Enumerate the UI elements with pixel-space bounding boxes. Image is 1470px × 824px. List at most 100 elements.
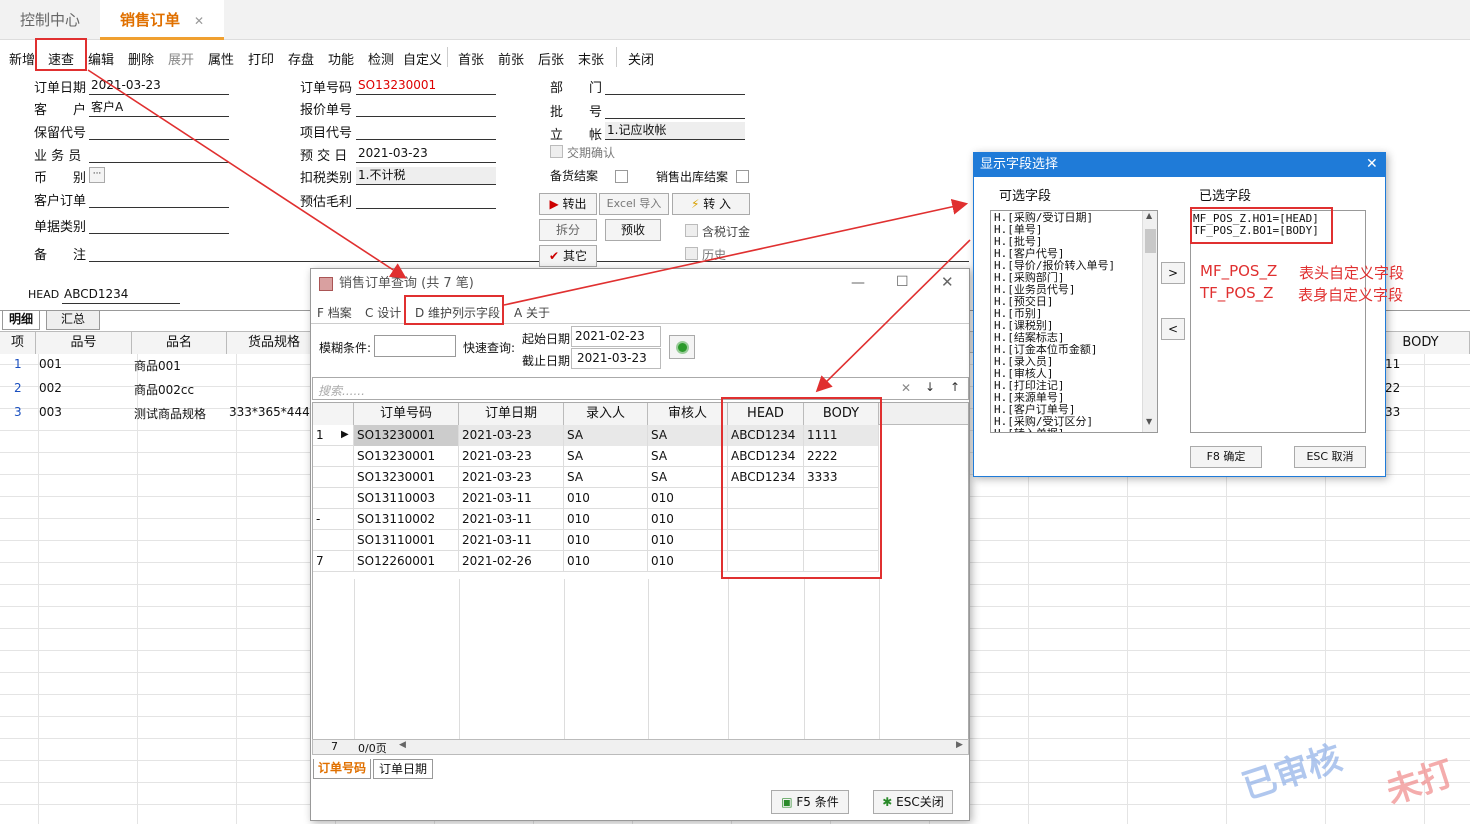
col-header-order-no[interactable]: 订单号码: [354, 403, 459, 425]
customer-field[interactable]: 客户A: [89, 99, 229, 117]
print-button[interactable]: 打印: [248, 49, 274, 68]
incl-tax-checkbox[interactable]: [685, 224, 698, 237]
refresh-button[interactable]: [669, 335, 695, 359]
scroll-down-icon[interactable]: ▼: [1146, 417, 1152, 426]
export-button[interactable]: ▶ 转出: [539, 193, 597, 215]
check-button[interactable]: 检测: [368, 49, 394, 68]
maximize-icon[interactable]: ☐: [896, 274, 909, 290]
next-button[interactable]: 后张: [538, 49, 564, 68]
scroll-thumb[interactable]: [1145, 229, 1156, 253]
close-icon[interactable]: ✕: [1366, 156, 1378, 172]
col-header-index[interactable]: 项: [0, 332, 36, 354]
clear-icon[interactable]: ✕: [901, 381, 911, 395]
est-margin-field[interactable]: [356, 191, 496, 209]
menu-file[interactable]: F 档案: [317, 304, 352, 321]
available-field-item[interactable]: H.[采购部门]: [994, 272, 1142, 284]
col-header-auditor[interactable]: 审核人: [648, 403, 728, 425]
available-field-item[interactable]: H.[结案标志]: [994, 332, 1142, 344]
stock-close-checkbox[interactable]: [615, 170, 628, 183]
close-icon[interactable]: ✕: [194, 14, 204, 28]
save-button[interactable]: 存盘: [288, 49, 314, 68]
customer-order-field[interactable]: [89, 190, 229, 208]
available-field-item[interactable]: H.[转入单据]: [994, 428, 1142, 432]
customize-button[interactable]: 自定义: [403, 49, 442, 68]
start-date-input[interactable]: 2021-02-23: [571, 326, 661, 347]
sort-tab-order-no[interactable]: 订单号码: [313, 759, 371, 779]
currency-picker-button[interactable]: ···: [89, 167, 105, 183]
first-button[interactable]: 首张: [458, 49, 484, 68]
col-header-name[interactable]: 品名: [132, 332, 227, 354]
col-header-code[interactable]: 品号: [36, 332, 132, 354]
order-no-field[interactable]: SO13230001: [356, 77, 496, 95]
delivery-date-field[interactable]: 2021-03-23: [356, 145, 496, 163]
tab-sales-order[interactable]: 销售订单 ✕: [100, 0, 225, 40]
edit-button[interactable]: 编辑: [88, 49, 114, 68]
available-field-item[interactable]: H.[单号]: [994, 224, 1142, 236]
scroll-up-icon[interactable]: ▲: [1146, 211, 1152, 220]
quote-no-field[interactable]: [356, 99, 496, 117]
close-icon[interactable]: ✕: [941, 273, 954, 291]
batch-field[interactable]: [605, 101, 745, 119]
delivery-confirm-checkbox[interactable]: [550, 145, 563, 158]
minimize-icon[interactable]: —: [851, 275, 865, 291]
transfer-in-button[interactable]: ⚡ 转 入: [672, 193, 750, 215]
search-input[interactable]: 搜索......: [318, 382, 365, 399]
sales-close-checkbox[interactable]: [736, 170, 749, 183]
salesman-field[interactable]: [89, 145, 229, 163]
available-field-item[interactable]: H.[来源单号]: [994, 392, 1142, 404]
menu-about[interactable]: A 关于: [514, 304, 550, 321]
tab-control-center[interactable]: 控制中心: [0, 0, 100, 40]
excel-import-button[interactable]: Excel 导入: [599, 193, 669, 215]
col-header-entry[interactable]: 录入人: [564, 403, 648, 425]
close-button[interactable]: 关闭: [628, 49, 654, 68]
col-header-order-date[interactable]: 订单日期: [459, 403, 564, 425]
expand-button[interactable]: 展开: [168, 49, 194, 68]
available-field-item[interactable]: H.[课税别]: [994, 320, 1142, 332]
available-field-item[interactable]: H.[币别]: [994, 308, 1142, 320]
esc-close-button[interactable]: ✱ ESC关闭: [873, 790, 953, 814]
f5-condition-button[interactable]: ▣ F5 条件: [771, 790, 849, 814]
available-field-item[interactable]: H.[导价/报价转入单号]: [994, 260, 1142, 272]
prev-button[interactable]: 前张: [498, 49, 524, 68]
available-field-item[interactable]: H.[审核人]: [994, 368, 1142, 380]
sort-tab-order-date[interactable]: 订单日期: [373, 759, 433, 779]
available-field-item[interactable]: H.[录入员]: [994, 356, 1142, 368]
tax-type-field[interactable]: 1.不计税: [356, 167, 496, 185]
available-field-item[interactable]: H.[业务员代号]: [994, 284, 1142, 296]
function-button[interactable]: 功能: [328, 49, 354, 68]
fuzzy-input[interactable]: [374, 335, 456, 357]
prepay-button[interactable]: 预收: [605, 219, 661, 241]
available-field-item[interactable]: H.[客户订单号]: [994, 404, 1142, 416]
available-field-item[interactable]: H.[批号]: [994, 236, 1142, 248]
other-button[interactable]: ✔ 其它: [539, 245, 597, 267]
properties-button[interactable]: 属性: [208, 49, 234, 68]
menu-design[interactable]: C 设计: [365, 304, 401, 321]
available-field-item[interactable]: H.[打印注记]: [994, 380, 1142, 392]
available-field-item[interactable]: H.[采购/受订区分]: [994, 416, 1142, 428]
add-field-button[interactable]: >: [1161, 262, 1185, 284]
account-field[interactable]: 1.记应收帐: [605, 122, 745, 140]
col-header-body[interactable]: BODY: [1372, 332, 1470, 354]
end-date-input[interactable]: 2021-03-23: [571, 348, 661, 369]
history-checkbox[interactable]: [685, 247, 698, 260]
col-header-spec[interactable]: 货品规格: [227, 332, 322, 354]
last-button[interactable]: 末张: [578, 49, 604, 68]
available-field-item[interactable]: H.[客户代号]: [994, 248, 1142, 260]
doc-type-field[interactable]: [89, 216, 229, 234]
split-button[interactable]: 拆分: [539, 219, 597, 241]
delete-button[interactable]: 删除: [128, 49, 154, 68]
horizontal-scrollbar[interactable]: 7 0/0页 ◀ ▶: [312, 739, 969, 755]
ok-button[interactable]: F8 确定: [1190, 446, 1262, 468]
available-field-item[interactable]: H.[订金本位币金额]: [994, 344, 1142, 356]
dept-field[interactable]: [605, 77, 745, 95]
arrow-up-icon[interactable]: ↑: [950, 380, 960, 394]
warranty-field[interactable]: [89, 122, 229, 140]
arrow-down-icon[interactable]: ↓: [925, 380, 935, 394]
available-list[interactable]: H.[采购/受订日期] H.[单号] H.[批号] H.[客户代号] H.[导价/报价转…: [990, 210, 1158, 433]
project-no-field[interactable]: [356, 122, 496, 140]
vertical-scrollbar[interactable]: ▲ ▼: [1142, 211, 1157, 432]
tab-summary[interactable]: 汇总: [46, 311, 100, 330]
available-field-item[interactable]: H.[采购/受订日期]: [994, 212, 1142, 224]
scroll-left-icon[interactable]: ◀: [399, 740, 406, 750]
new-button[interactable]: 新增: [9, 49, 35, 68]
